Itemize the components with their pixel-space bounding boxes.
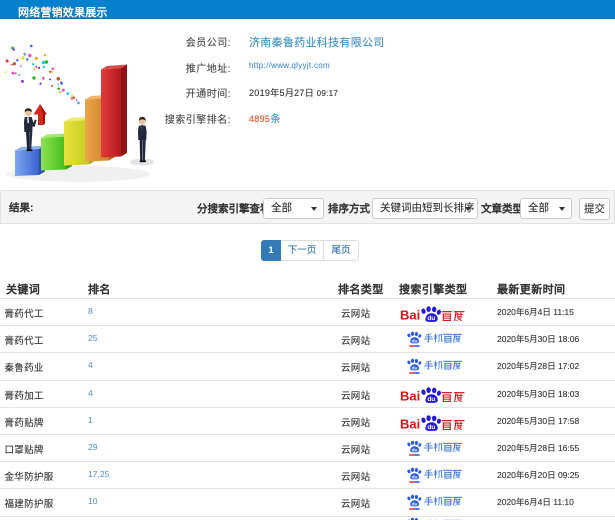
svg-text:du: du [427,397,435,404]
svg-text:Bai: Bai [400,307,420,322]
svg-text:du: du [427,315,435,322]
svg-text:du: du [412,474,418,480]
svg-text:Bai: Bai [400,416,420,431]
svg-text:du: du [412,501,418,507]
svg-text:du: du [427,424,435,431]
svg-text:du: du [412,338,418,344]
svg-text:du: du [412,447,418,453]
svg-text:Bai: Bai [400,389,420,404]
svg-text:du: du [412,365,418,371]
